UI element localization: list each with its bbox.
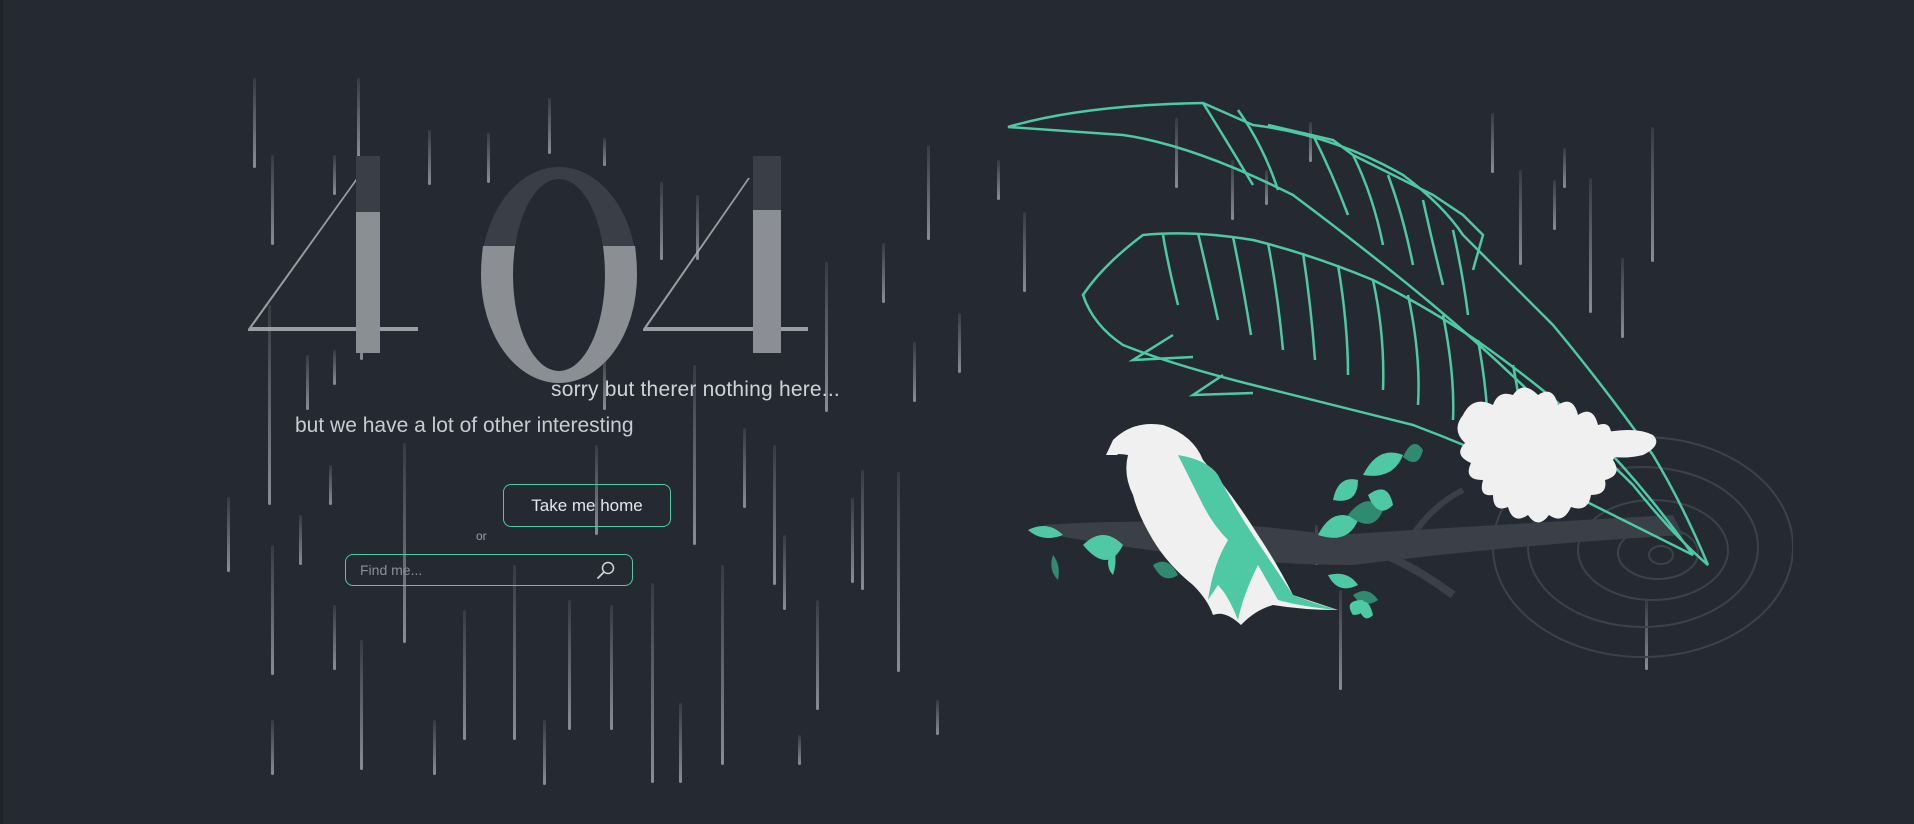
illustration-graphic — [1007, 101, 1794, 658]
rain-drop — [610, 605, 613, 730]
search-icon[interactable] — [596, 560, 616, 580]
rain-drop — [333, 605, 336, 670]
error-page: 404 sorry but therer nothing here... but… — [0, 0, 1914, 824]
rain-drop — [851, 498, 854, 583]
rain-drop — [798, 735, 801, 765]
rain-drop — [882, 243, 885, 303]
rain-drop — [433, 720, 436, 775]
rain-drop — [463, 610, 466, 740]
rain-drop — [897, 472, 900, 672]
digit-four-right — [643, 156, 808, 353]
rain-drop — [721, 565, 724, 765]
or-separator: or — [476, 529, 487, 543]
rain-drop — [913, 342, 916, 402]
rain-drop — [651, 583, 654, 783]
search-box — [345, 554, 633, 586]
error-message: sorry but therer nothing here... — [551, 378, 840, 401]
rain-drop — [958, 313, 961, 373]
rain-drop — [543, 720, 546, 785]
digit-zero — [481, 167, 637, 383]
error-code-graphic — [248, 156, 808, 383]
rain-drop — [360, 640, 363, 770]
rain-drop — [548, 98, 551, 154]
rain-drop — [936, 700, 939, 735]
rain-drop — [773, 445, 776, 585]
error-code-text: 404 — [248, 156, 250, 157]
error-code: 404 — [248, 156, 823, 386]
rain-drop — [743, 428, 746, 508]
rain-drop — [329, 465, 332, 505]
rain-drop — [253, 78, 256, 168]
rain-drop — [357, 78, 360, 158]
rain-drop — [403, 443, 406, 643]
digit-four-left — [248, 156, 418, 353]
rain-drop — [816, 600, 819, 710]
leaf-top — [1007, 101, 1710, 566]
error-tagline: but we have a lot of other interesting — [295, 414, 634, 437]
rain-drop — [783, 535, 786, 610]
search-input[interactable] — [346, 556, 590, 584]
rain-drop — [513, 565, 516, 740]
rain-drop — [227, 497, 230, 572]
rain-drop — [679, 703, 682, 783]
take-me-home-button[interactable]: Take me home — [503, 484, 671, 527]
rain-drop — [271, 545, 274, 675]
rain-drop — [299, 515, 302, 565]
rain-drop — [861, 470, 864, 590]
bird-on-branch-illustration — [993, 95, 1794, 675]
rain-drop — [927, 145, 930, 240]
rain-drop — [271, 720, 274, 775]
rain-drop — [568, 600, 571, 730]
